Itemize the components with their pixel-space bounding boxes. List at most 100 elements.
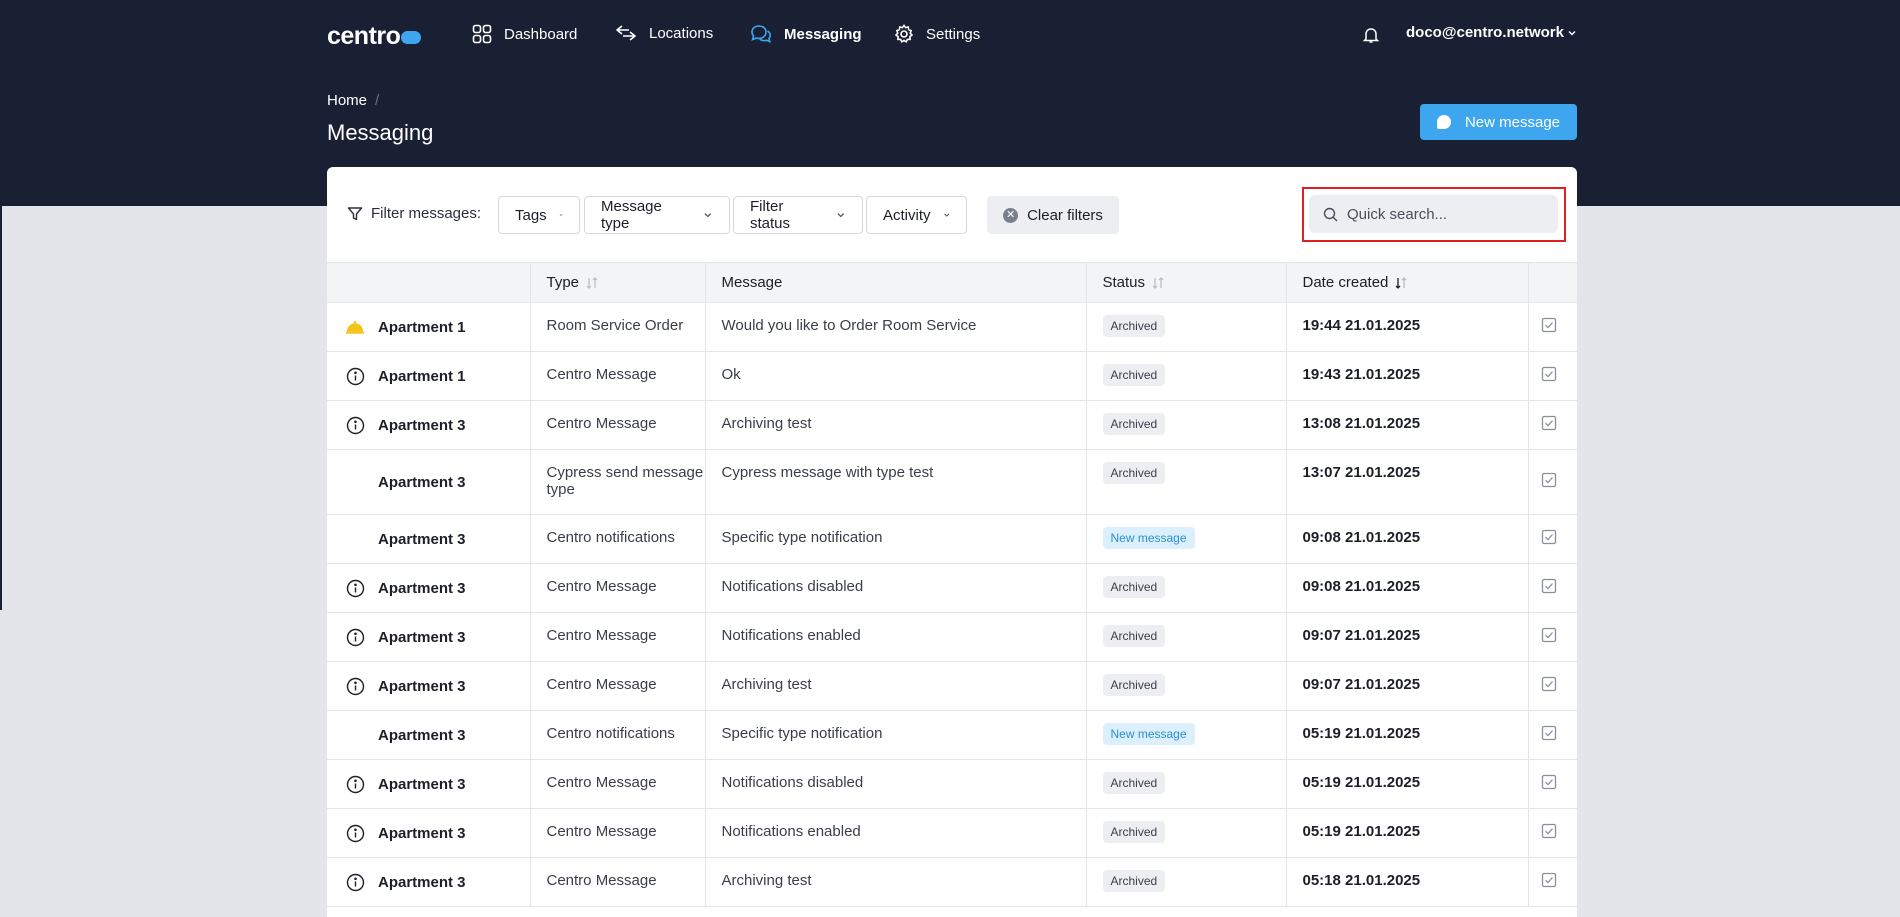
location-name: Apartment 3	[378, 628, 466, 646]
centro-logo[interactable]: centro	[327, 22, 422, 51]
date-created: 13:07 21.01.2025	[1302, 464, 1421, 481]
clear-filters-button[interactable]: ✕ Clear filters	[987, 196, 1119, 234]
action-cell	[1528, 857, 1577, 907]
info-icon	[345, 823, 365, 843]
quick-search[interactable]	[1309, 195, 1558, 233]
message-text: Would you like to Order Room Service	[721, 317, 977, 334]
table-row[interactable]: Apartment 3 Centro notifications Specific …	[327, 710, 1577, 760]
message-text: Specific type notification	[721, 529, 883, 546]
action-cell	[1528, 563, 1577, 613]
check-square-icon[interactable]	[1541, 472, 1557, 492]
header-location	[327, 262, 531, 303]
type-cell: Room Service Order	[530, 302, 706, 352]
nav-locations[interactable]: Locations	[615, 24, 713, 42]
check-square-icon[interactable]	[1541, 774, 1557, 794]
messages-card: Filter messages: Tags Message type Filte…	[327, 167, 1577, 917]
status-cell: Archived	[1086, 400, 1287, 450]
message-cell: Would you like to Order Room Service	[705, 302, 1087, 352]
header-status[interactable]: Status	[1086, 262, 1287, 303]
type-cell: Centro notifications	[530, 710, 706, 760]
table-row[interactable]: Apartment 3 Centro Message Notifications d…	[327, 759, 1577, 809]
table-row[interactable]: Apartment 3 Cypress send message type Cypr…	[327, 449, 1577, 515]
header-type[interactable]: Type	[530, 262, 706, 303]
date-cell: 13:07 21.01.2025	[1286, 449, 1529, 515]
type-cell: Centro Message	[530, 857, 706, 907]
tags-dropdown[interactable]: Tags	[498, 196, 580, 234]
check-square-icon[interactable]	[1541, 415, 1557, 435]
location-name: Apartment 3	[378, 416, 466, 434]
date-cell: 19:44 21.01.2025	[1286, 302, 1529, 352]
status-badge: Archived	[1102, 576, 1166, 598]
type-cell: Centro Message	[530, 400, 706, 450]
location-cell: Apartment 3	[327, 808, 531, 858]
date-cell: 19:43 21.01.2025	[1286, 351, 1529, 401]
nav-messaging[interactable]: Messaging	[750, 24, 862, 44]
table-row[interactable]: Apartment 1 Centro Message Ok Archived 19:43…	[327, 351, 1577, 401]
table-row[interactable]: Apartment 3 Centro Message Archiving test A…	[327, 857, 1577, 907]
check-square-icon[interactable]	[1541, 317, 1557, 337]
message-type-dropdown[interactable]: Message type	[584, 196, 730, 234]
message-cell: Archiving test	[705, 400, 1087, 450]
message-text: Archiving test	[721, 415, 812, 432]
search-icon	[1323, 207, 1338, 221]
table-row[interactable]: Apartment 3 Centro Message Notifications e…	[327, 612, 1577, 662]
location-name: Apartment 3	[378, 473, 466, 491]
message-cell: Notifications enabled	[705, 612, 1087, 662]
message-type: Centro notifications	[546, 529, 675, 546]
status-badge: Archived	[1102, 413, 1166, 435]
nav-dashboard[interactable]: Dashboard	[472, 24, 577, 44]
status-badge: Archived	[1102, 772, 1166, 794]
date-created: 09:08 21.01.2025	[1302, 529, 1421, 546]
message-type: Centro notifications	[546, 725, 675, 742]
date-cell: 05:19 21.01.2025	[1286, 759, 1529, 809]
header-message: Message	[705, 262, 1087, 303]
check-square-icon[interactable]	[1541, 676, 1557, 696]
table-row[interactable]: Apartment 3 Centro Message Archiving test A…	[327, 400, 1577, 450]
table-row[interactable]: Apartment 3 Centro Message Archiving test A…	[327, 661, 1577, 711]
filter-bar: Filter messages: Tags Message type Filte…	[327, 167, 1577, 262]
sort-icon	[1152, 277, 1164, 289]
header-date[interactable]: Date created	[1286, 262, 1529, 303]
check-square-icon[interactable]	[1541, 529, 1557, 549]
location-cell: Apartment 3	[327, 759, 531, 809]
nav-settings[interactable]: Settings	[894, 24, 980, 44]
tags-dropdown-label: Tags	[515, 206, 547, 224]
sort-icon	[586, 277, 598, 289]
activity-dropdown[interactable]: Activity	[866, 196, 967, 234]
message-type: Room Service Order	[546, 317, 684, 334]
action-cell	[1528, 449, 1577, 515]
new-message-button[interactable]: New message	[1420, 104, 1577, 140]
notifications-button[interactable]	[1362, 26, 1380, 49]
table-row[interactable]: Apartment 3 Centro notifications Specific …	[327, 514, 1577, 564]
date-created: 09:07 21.01.2025	[1302, 627, 1421, 644]
filter-status-dropdown[interactable]: Filter status	[733, 196, 863, 234]
search-input[interactable]	[1347, 205, 1547, 223]
check-square-icon[interactable]	[1541, 578, 1557, 598]
location-name: Apartment 1	[378, 367, 466, 385]
status-cell: Archived	[1086, 302, 1287, 352]
location-cell: Apartment 3	[327, 449, 531, 515]
type-cell: Centro Message	[530, 612, 706, 662]
date-cell: 09:08 21.01.2025	[1286, 563, 1529, 613]
location-cell: Apartment 3	[327, 661, 531, 711]
check-square-icon[interactable]	[1541, 627, 1557, 647]
check-square-icon[interactable]	[1541, 725, 1557, 745]
table-row[interactable]: Apartment 1 Room Service Order Would you l…	[327, 302, 1577, 352]
message-type: Centro Message	[546, 676, 657, 693]
check-square-icon[interactable]	[1541, 366, 1557, 386]
check-square-icon[interactable]	[1541, 823, 1557, 843]
check-square-icon[interactable]	[1541, 872, 1557, 892]
page-title: Messaging	[327, 120, 434, 145]
breadcrumb-home[interactable]: Home	[327, 92, 367, 109]
status-cell: Archived	[1086, 563, 1287, 613]
status-badge: Archived	[1102, 364, 1166, 386]
user-email: doco@centro.network	[1406, 24, 1564, 41]
header-actions	[1528, 262, 1577, 303]
status-badge: Archived	[1102, 870, 1166, 892]
table-row[interactable]: Apartment 3 Centro Message Notifications d…	[327, 563, 1577, 613]
location-cell: Apartment 3	[327, 857, 531, 907]
user-menu[interactable]: doco@centro.network	[1406, 24, 1577, 41]
table-row[interactable]: Apartment 3 Centro Message Notifications e…	[327, 808, 1577, 858]
message-text: Cypress message with type test	[721, 464, 934, 481]
funnel-icon	[347, 206, 363, 220]
